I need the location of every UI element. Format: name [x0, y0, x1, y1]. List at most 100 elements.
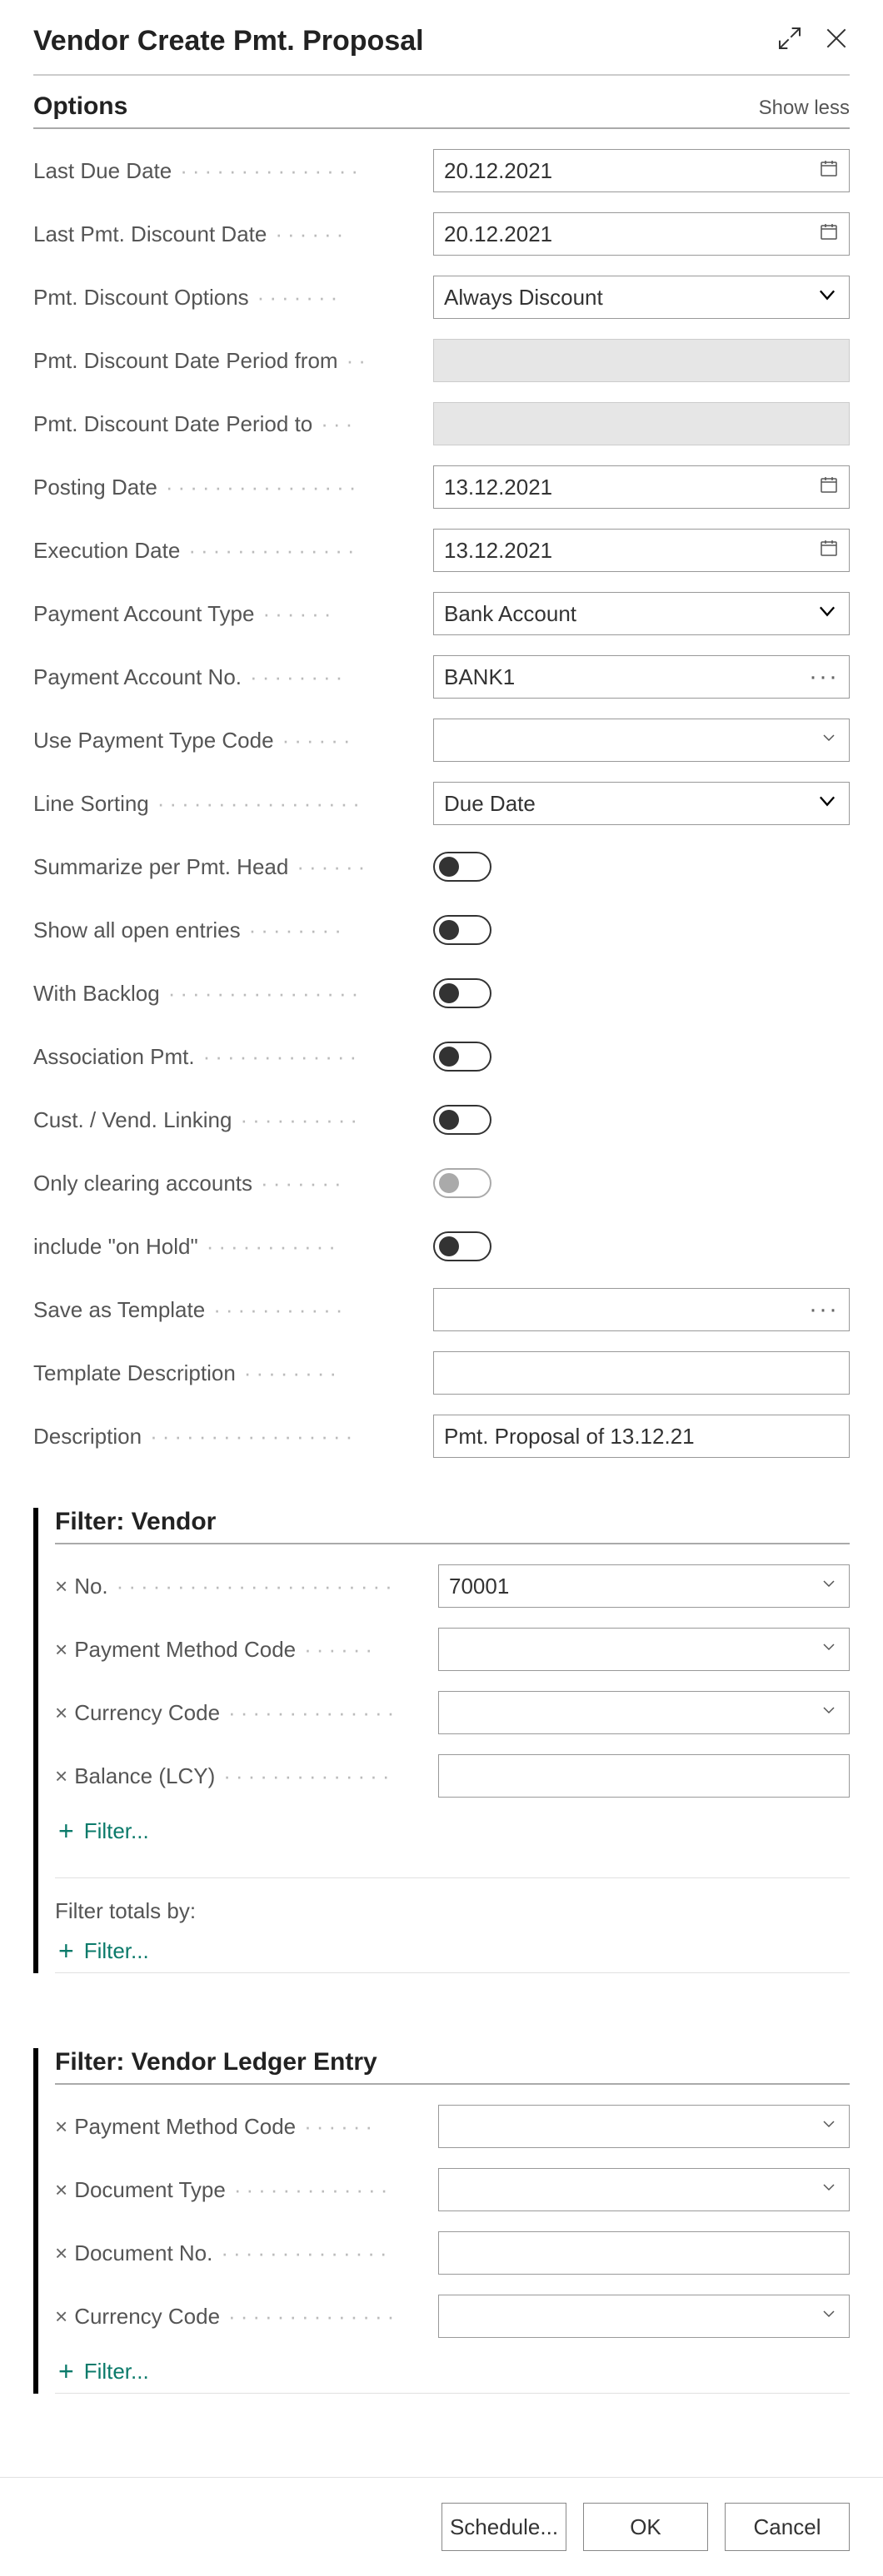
dialog: Vendor Create Pmt. Proposal Options Show… — [0, 0, 883, 2419]
label-vendor-currency-code[interactable]: Currency Code·············· — [55, 1700, 438, 1726]
toggle-show-all-open-entries[interactable] — [433, 915, 491, 945]
input-vendor-balance-lcy[interactable] — [438, 1754, 850, 1798]
chevron-down-icon[interactable] — [819, 1700, 839, 1726]
row-with-backlog: With Backlog················ — [33, 972, 850, 1015]
input-payment-account-no[interactable]: BANK1 ··· — [433, 655, 850, 699]
label-save-as-template: Save as Template··········· — [33, 1297, 433, 1323]
chevron-down-icon[interactable] — [819, 2177, 839, 2203]
select-payment-account-type[interactable]: Bank Account — [433, 592, 850, 635]
toggle-cust-vend-linking[interactable] — [433, 1105, 491, 1135]
row-include-on-hold: include "on Hold"··········· — [33, 1225, 850, 1268]
label-description: Description················· — [33, 1424, 433, 1450]
filter-vle-section: Filter: Vendor Ledger Entry Payment Meth… — [33, 2048, 850, 2394]
label-posting-date: Posting Date················ — [33, 475, 433, 500]
options-header-row: Options Show less — [33, 92, 850, 129]
plus-icon: + — [58, 1937, 74, 1964]
cancel-button[interactable]: Cancel — [725, 2503, 850, 2551]
select-line-sorting[interactable]: Due Date — [433, 782, 850, 825]
row-vendor-payment-method-code: Payment Method Code······ — [55, 1628, 850, 1671]
chevron-down-icon[interactable] — [819, 1574, 839, 1599]
label-vendor-payment-method-code[interactable]: Payment Method Code······ — [55, 1637, 438, 1663]
input-vendor-payment-method-code[interactable] — [438, 1628, 850, 1671]
row-template-description: Template Description········ — [33, 1351, 850, 1395]
toggle-association-pmt[interactable] — [433, 1042, 491, 1072]
row-vendor-balance-lcy: Balance (LCY)·············· — [55, 1754, 850, 1798]
toggle-only-clearing-accounts[interactable] — [433, 1168, 491, 1198]
calendar-icon[interactable] — [819, 475, 839, 500]
filter-totals-by-label: Filter totals by: — [55, 1877, 850, 1924]
input-vle-payment-method-code[interactable] — [438, 2105, 850, 2148]
calendar-icon[interactable] — [819, 158, 839, 184]
close-icon[interactable] — [823, 25, 850, 57]
toggle-summarize-per-pmt-head[interactable] — [433, 852, 491, 882]
add-filter-vle[interactable]: + Filter... — [58, 2358, 850, 2385]
input-vendor-no[interactable]: 70001 — [438, 1564, 850, 1608]
input-description[interactable]: Pmt. Proposal of 13.12.21 — [433, 1415, 850, 1458]
divider — [55, 2393, 850, 2394]
chevron-down-icon[interactable] — [819, 2304, 839, 2330]
expand-icon[interactable] — [776, 25, 803, 57]
input-save-as-template[interactable]: ··· — [433, 1288, 850, 1331]
input-vendor-currency-code[interactable] — [438, 1691, 850, 1734]
input-vle-currency-code[interactable] — [438, 2295, 850, 2338]
filter-vendor-header: Filter: Vendor — [55, 1508, 850, 1544]
add-filter-vendor[interactable]: + Filter... — [58, 1818, 850, 1844]
label-pmt-discount-date-to: Pmt. Discount Date Period to··· — [33, 411, 433, 437]
chevron-down-icon[interactable] — [819, 728, 839, 753]
label-last-due-date: Last Due Date··············· — [33, 158, 433, 184]
label-vle-document-type[interactable]: Document Type············· — [55, 2177, 438, 2203]
label-vendor-balance-lcy[interactable]: Balance (LCY)·············· — [55, 1763, 438, 1789]
toggle-with-backlog[interactable] — [433, 978, 491, 1008]
input-pmt-discount-date-to — [433, 402, 850, 445]
label-payment-account-type: Payment Account Type······ — [33, 601, 433, 627]
add-filter-totals[interactable]: + Filter... — [58, 1937, 850, 1964]
label-pmt-discount-options: Pmt. Discount Options······· — [33, 285, 433, 311]
calendar-icon[interactable] — [819, 538, 839, 564]
input-template-description[interactable] — [433, 1351, 850, 1395]
chevron-down-icon[interactable] — [816, 789, 839, 818]
row-summarize-per-pmt-head: Summarize per Pmt. Head······ — [33, 845, 850, 888]
row-vendor-currency-code: Currency Code·············· — [55, 1691, 850, 1734]
plus-icon: + — [58, 1818, 74, 1844]
input-vle-document-type[interactable] — [438, 2168, 850, 2211]
plus-icon: + — [58, 2358, 74, 2385]
chevron-down-icon[interactable] — [819, 1637, 839, 1663]
calendar-icon[interactable] — [819, 221, 839, 247]
select-use-payment-type-code[interactable] — [433, 719, 850, 762]
chevron-down-icon[interactable] — [816, 599, 839, 629]
input-last-due-date[interactable]: 20.12.2021 — [433, 149, 850, 192]
lookup-icon[interactable]: ··· — [809, 1305, 839, 1314]
row-vle-currency-code: Currency Code·············· — [55, 2295, 850, 2338]
row-pmt-discount-date-from: Pmt. Discount Date Period from·· — [33, 339, 850, 382]
chevron-down-icon[interactable] — [816, 283, 839, 312]
row-last-due-date: Last Due Date··············· 20.12.2021 — [33, 149, 850, 192]
label-execution-date: Execution Date·············· — [33, 538, 433, 564]
input-execution-date[interactable]: 13.12.2021 — [433, 529, 850, 572]
label-payment-account-no: Payment Account No.········ — [33, 664, 433, 690]
chevron-down-icon[interactable] — [819, 2114, 839, 2140]
row-payment-account-type: Payment Account Type······ Bank Account — [33, 592, 850, 635]
label-last-pmt-discount-date: Last Pmt. Discount Date······ — [33, 221, 433, 247]
input-posting-date[interactable]: 13.12.2021 — [433, 465, 850, 509]
row-description: Description················· Pmt. Propos… — [33, 1415, 850, 1458]
show-less-link[interactable]: Show less — [759, 97, 850, 120]
input-last-pmt-discount-date[interactable]: 20.12.2021 — [433, 212, 850, 256]
options-title: Options — [33, 92, 127, 121]
select-pmt-discount-options[interactable]: Always Discount — [433, 276, 850, 319]
label-cust-vend-linking: Cust. / Vend. Linking·········· — [33, 1107, 433, 1133]
schedule-button[interactable]: Schedule... — [442, 2503, 566, 2551]
row-vle-payment-method-code: Payment Method Code······ — [55, 2105, 850, 2148]
label-vle-payment-method-code[interactable]: Payment Method Code······ — [55, 2114, 438, 2140]
lookup-icon[interactable]: ··· — [809, 673, 839, 681]
label-pmt-discount-date-from: Pmt. Discount Date Period from·· — [33, 348, 433, 374]
label-vle-currency-code[interactable]: Currency Code·············· — [55, 2304, 438, 2330]
row-association-pmt: Association Pmt.············· — [33, 1035, 850, 1078]
row-last-pmt-discount-date: Last Pmt. Discount Date······ 20.12.2021 — [33, 212, 850, 256]
toggle-include-on-hold[interactable] — [433, 1231, 491, 1261]
label-vle-document-no[interactable]: Document No.·············· — [55, 2240, 438, 2266]
label-vendor-no[interactable]: No.······················· — [55, 1574, 438, 1599]
ok-button[interactable]: OK — [583, 2503, 708, 2551]
row-execution-date: Execution Date·············· 13.12.2021 — [33, 529, 850, 572]
row-use-payment-type-code: Use Payment Type Code······ — [33, 719, 850, 762]
input-vle-document-no[interactable] — [438, 2231, 850, 2275]
